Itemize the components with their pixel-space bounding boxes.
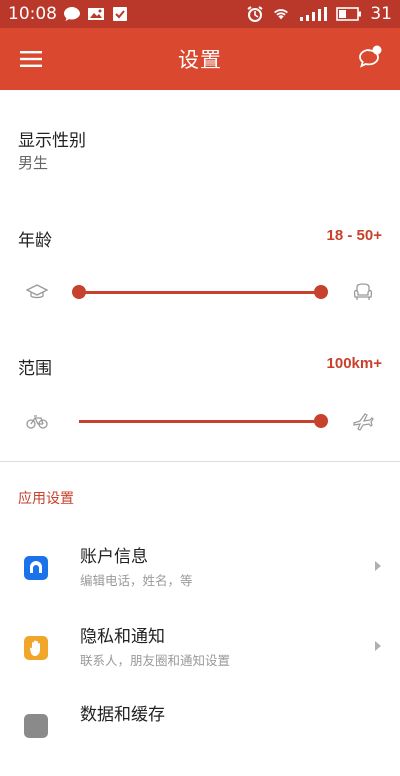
range-slider[interactable]	[0, 401, 400, 441]
armchair-icon	[351, 280, 375, 304]
data-icon	[24, 714, 48, 738]
chat-bubble-icon	[63, 6, 81, 22]
menu-button[interactable]	[18, 46, 44, 72]
hand-icon	[24, 636, 48, 660]
account-info-subtitle: 编辑电话，姓名，等	[80, 573, 193, 588]
data-cache-title: 数据和缓存	[80, 705, 165, 725]
age-slider-track	[79, 291, 321, 294]
gender-value: 男生	[18, 154, 49, 172]
chat-button[interactable]	[356, 44, 384, 72]
signal-icon	[298, 6, 328, 22]
age-max-thumb[interactable]	[314, 285, 328, 299]
wifi-icon	[272, 6, 290, 22]
settings-content: 显示性别 男生 年龄 18 - 50+ 范围 100km+ 应用设置 账户信息 …	[0, 90, 400, 738]
bicycle-icon	[25, 409, 49, 433]
privacy-notifications-subtitle: 联系人，朋友圈和通知设置	[80, 653, 231, 668]
battery-icon	[336, 6, 362, 22]
gender-setting[interactable]: 显示性别 男生	[0, 118, 400, 178]
page-title: 设置	[178, 48, 222, 72]
chevron-right-icon	[375, 641, 381, 651]
alarm-icon	[246, 6, 264, 22]
data-cache-item[interactable]: 数据和缓存	[0, 700, 400, 776]
graduation-cap-icon	[25, 280, 49, 304]
menu-icon	[20, 51, 42, 67]
section-divider	[0, 461, 400, 462]
range-thumb[interactable]	[314, 414, 328, 428]
age-title: 年龄	[18, 231, 52, 251]
app-bar: 设置	[0, 28, 400, 90]
privacy-notifications-title: 隐私和通知	[80, 627, 165, 647]
status-bar: 10:08 31	[0, 0, 400, 28]
age-value: 18 - 50+	[326, 227, 382, 244]
battery-level: 31	[370, 4, 392, 24]
account-info-title: 账户信息	[80, 547, 148, 567]
airplane-icon	[351, 409, 375, 433]
status-time: 10:08	[8, 4, 57, 24]
checkbox-icon	[111, 6, 129, 22]
chat-notification-icon	[359, 45, 382, 68]
range-value: 100km+	[326, 355, 382, 372]
privacy-notifications-item[interactable]: 隐私和通知 联系人，朋友圈和通知设置	[0, 622, 400, 698]
gender-title: 显示性别	[18, 131, 86, 151]
image-icon	[87, 6, 105, 22]
account-info-item[interactable]: 账户信息 编辑电话，姓名，等	[0, 542, 400, 618]
age-min-thumb[interactable]	[72, 285, 86, 299]
range-title: 范围	[18, 359, 52, 379]
app-settings-header: 应用设置	[18, 491, 74, 507]
chevron-right-icon	[375, 561, 381, 571]
account-icon	[24, 556, 48, 580]
age-slider[interactable]	[0, 272, 400, 312]
range-slider-track	[79, 420, 321, 423]
